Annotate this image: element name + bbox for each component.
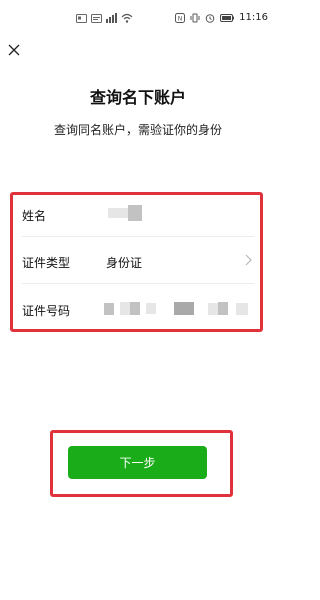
page-subtitle: 查询同名账户，需验证你的身份	[53, 123, 222, 137]
id-number-row[interactable]: 证件号码	[22, 288, 254, 332]
name-value-blurred	[108, 205, 148, 223]
next-button[interactable]: 下一步	[68, 446, 207, 479]
id-number-value-blurred	[104, 301, 254, 317]
alarm-icon	[205, 14, 215, 23]
name-label: 姓名	[22, 208, 47, 223]
wifi-icon	[121, 13, 133, 23]
status-left-icons	[76, 11, 133, 25]
name-row[interactable]: 姓名	[22, 193, 254, 237]
nfc-icon: N	[175, 13, 186, 23]
id-type-label: 证件类型	[22, 255, 71, 270]
vibrate-icon	[190, 13, 200, 23]
svg-text:N: N	[178, 16, 183, 23]
status-bar: N 11:16	[0, 0, 276, 36]
close-icon	[8, 44, 20, 56]
id-type-value: 身份证	[106, 255, 143, 270]
status-time: 11:16	[239, 12, 268, 23]
page-title: 查询名下账户	[89, 88, 186, 107]
notification-icon	[91, 13, 102, 23]
id-number-label: 证件号码	[22, 303, 71, 318]
close-button[interactable]	[6, 42, 22, 58]
status-right: N 11:16	[175, 11, 268, 25]
chevron-right-icon	[245, 254, 252, 266]
id-card-icon	[76, 13, 87, 23]
id-type-row[interactable]: 证件类型 身份证	[22, 240, 254, 284]
screen: N 11:16 查询名下账户 查询同名账户，需验证你的身份 姓名 证件类型 身份…	[0, 0, 276, 600]
signal-icon	[106, 13, 117, 23]
battery-icon	[220, 14, 235, 22]
